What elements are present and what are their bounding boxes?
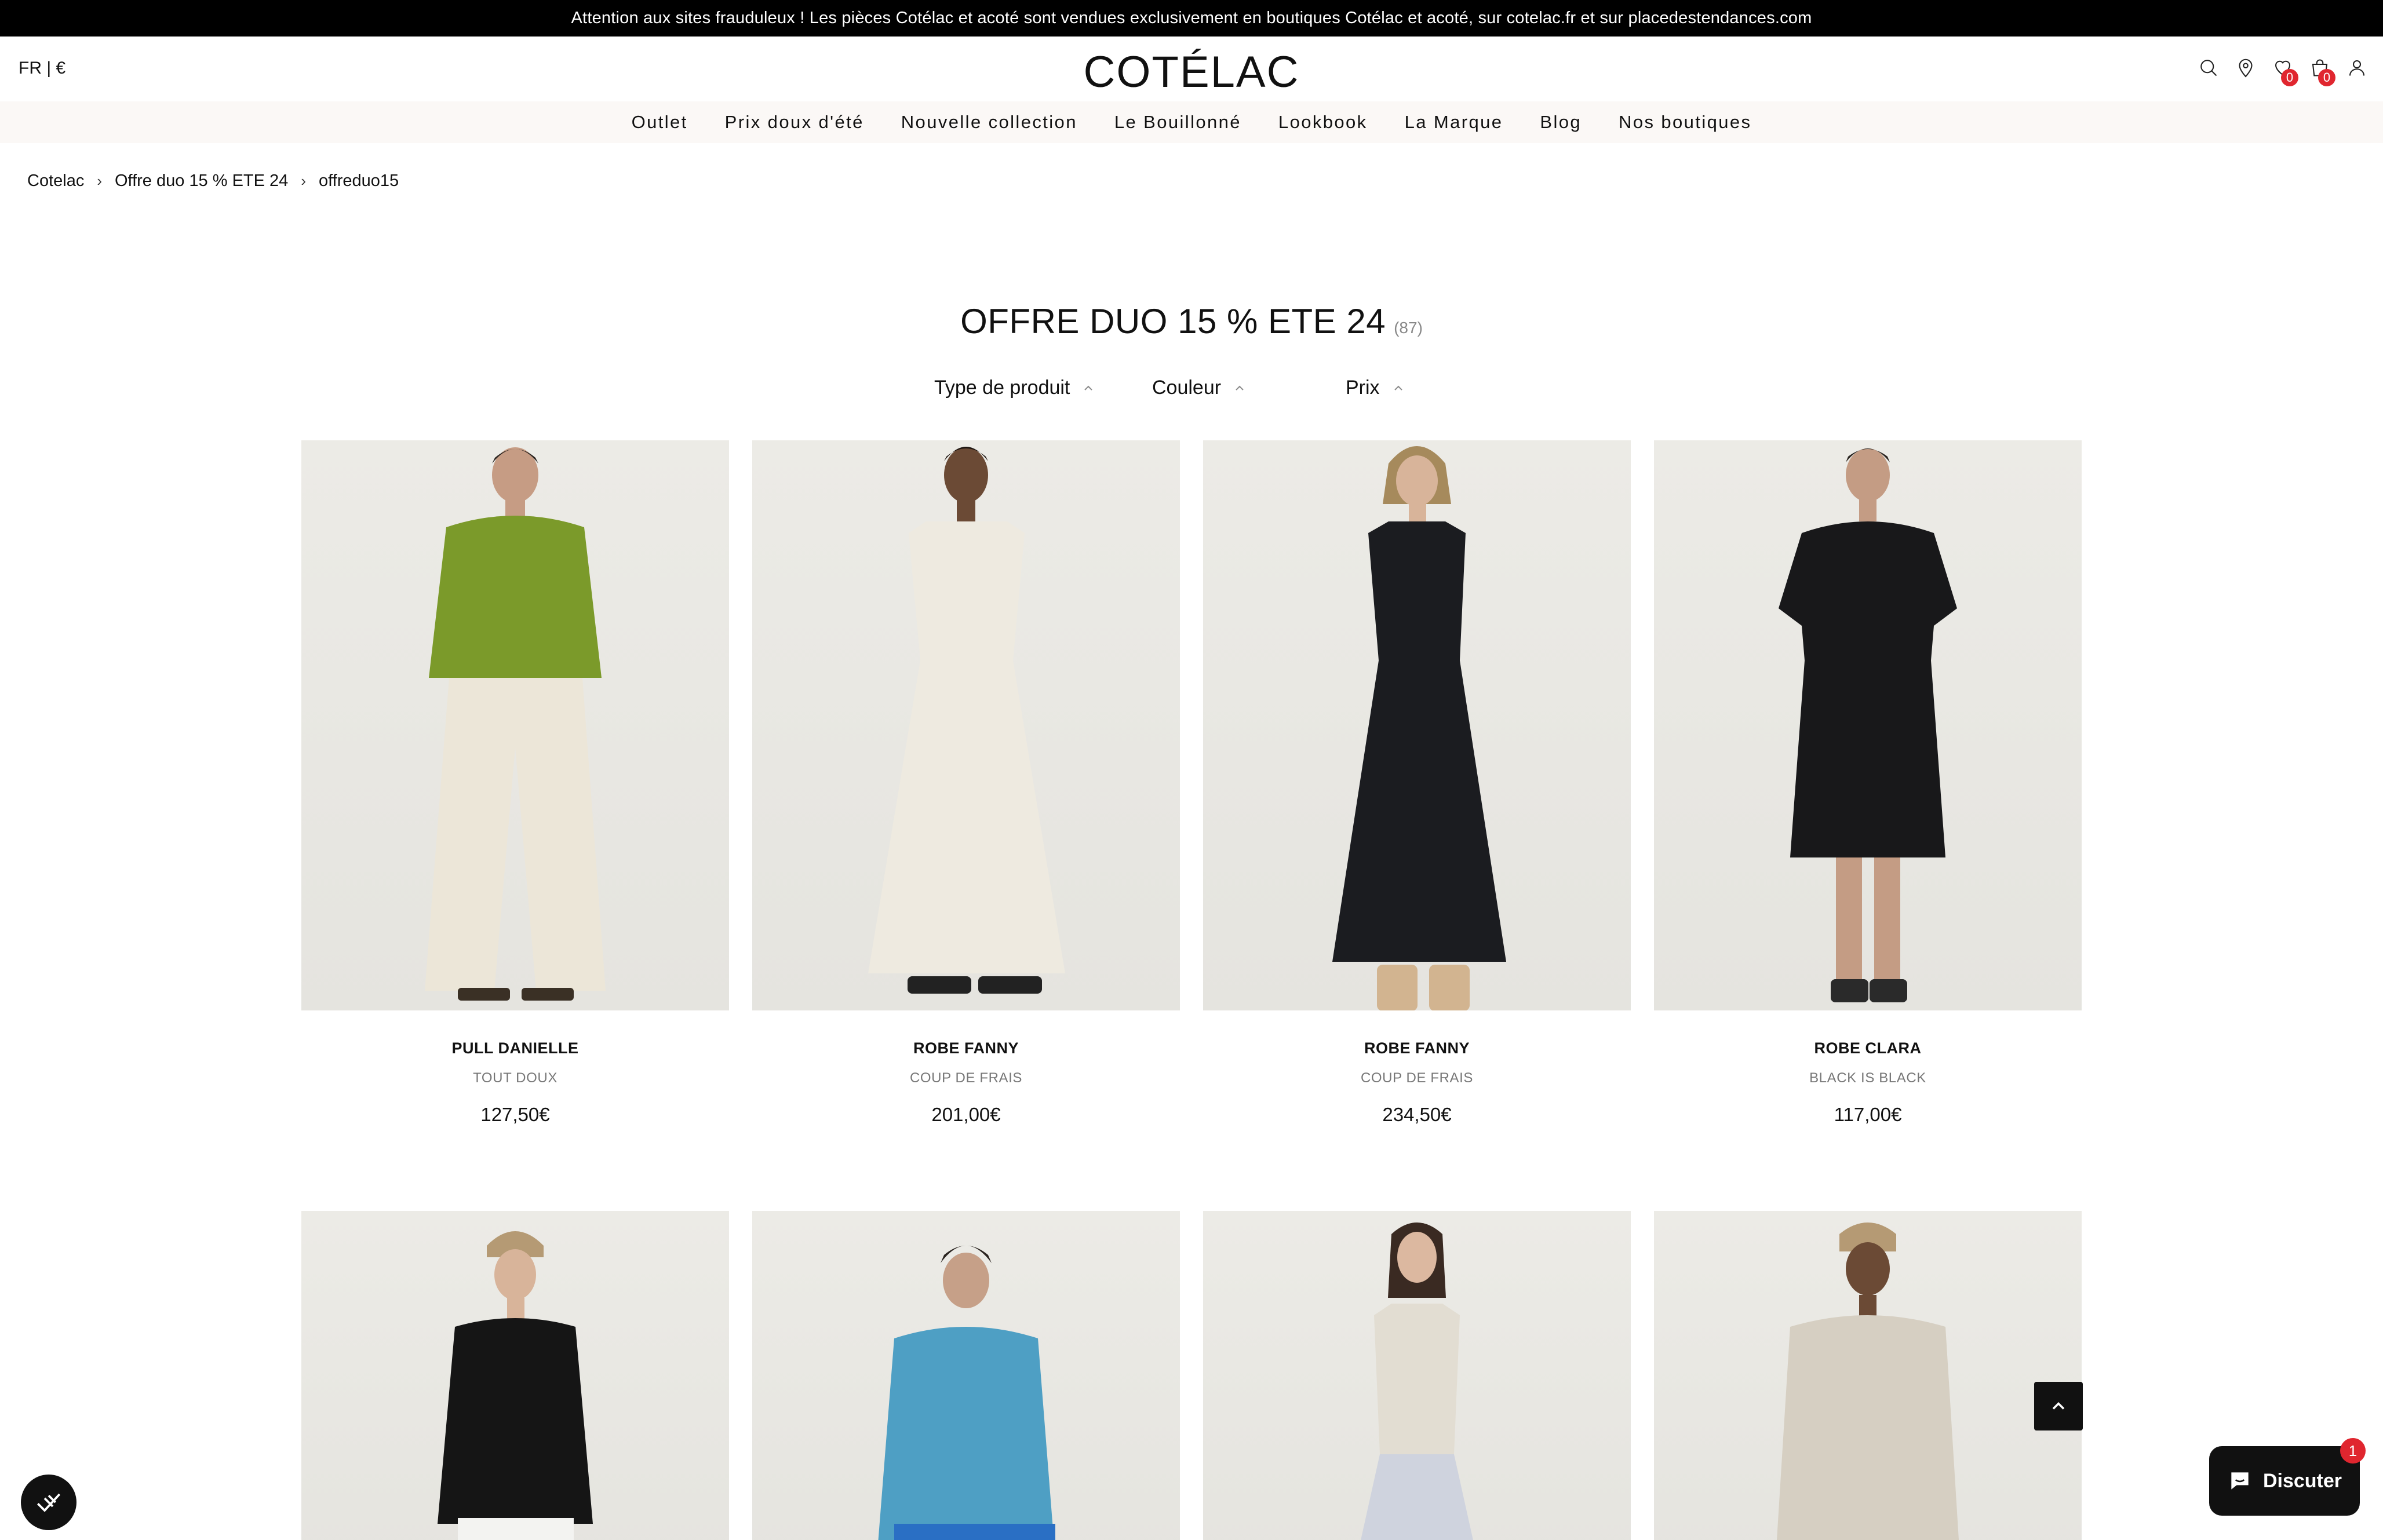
product-card[interactable]: ROBE CLARA BLACK IS BLACK 117,00€ <box>1654 440 2082 1126</box>
cart-count-badge: 0 <box>2318 69 2335 86</box>
filter-label: Type de produit <box>934 377 1070 399</box>
nav-item-lookbook[interactable]: Lookbook <box>1260 112 1386 133</box>
product-card[interactable]: ROBE FANNY COUP DE FRAIS 201,00€ <box>752 440 1180 1126</box>
product-card[interactable] <box>752 1211 1180 1540</box>
product-image[interactable] <box>301 1211 729 1540</box>
product-card[interactable] <box>301 1211 729 1540</box>
product-image[interactable] <box>1203 440 1631 1010</box>
collection-heading: OFFRE DUO 15 % ETE 24 (87) <box>0 301 2383 341</box>
product-image[interactable] <box>752 440 1180 1010</box>
product-price: 234,50€ <box>1382 1104 1452 1125</box>
chat-button[interactable]: Discuter 1 <box>2209 1438 2366 1516</box>
account-user-icon[interactable] <box>2345 55 2369 81</box>
filter-price[interactable]: Prix <box>1346 377 1404 399</box>
header-actions: 0 0 <box>2196 55 2369 86</box>
nav-item-bouillonne[interactable]: Le Bouillonné <box>1096 112 1260 133</box>
announcement-bar: Attention aux sites frauduleux ! Les piè… <box>0 0 2383 37</box>
product-image[interactable] <box>1654 440 2082 1010</box>
nav-item-la-marque[interactable]: La Marque <box>1386 112 1522 133</box>
back-to-top-button[interactable] <box>2034 1382 2083 1430</box>
product-name[interactable]: ROBE FANNY <box>752 1039 1180 1057</box>
model-photo <box>438 1231 593 1540</box>
product-price: 127,50€ <box>480 1104 550 1125</box>
model-photo <box>1361 1222 1473 1540</box>
product-card[interactable] <box>1203 1211 1631 1540</box>
product-line: BLACK IS BLACK <box>1809 1070 1926 1086</box>
model-photo <box>868 447 1065 994</box>
product-price: 117,00€ <box>1834 1104 1902 1125</box>
chat-notification-badge: 1 <box>2340 1438 2366 1464</box>
wishlist-count-badge: 0 <box>2281 69 2298 86</box>
nav-item-blog[interactable]: Blog <box>1521 112 1600 133</box>
model-photo <box>425 447 606 1001</box>
breadcrumb-collection[interactable]: Offre duo 15 % ETE 24 <box>115 171 288 191</box>
product-price: 201,00€ <box>931 1104 1001 1125</box>
product-card[interactable]: PULL DANIELLE TOUT DOUX 127,50€ <box>301 440 729 1126</box>
filter-product-type[interactable]: Type de produit <box>934 377 1094 399</box>
nav-item-outlet[interactable]: Outlet <box>613 112 706 133</box>
breadcrumb: Cotelac › Offre duo 15 % ETE 24 › offred… <box>27 171 399 191</box>
product-line: COUP DE FRAIS <box>1360 1070 1474 1086</box>
chevron-up-icon <box>2052 1402 2065 1410</box>
product-image[interactable] <box>301 440 729 1010</box>
nav-item-nouvelle-collection[interactable]: Nouvelle collection <box>883 112 1096 133</box>
product-name[interactable]: ROBE FANNY <box>1203 1039 1631 1057</box>
site-logo[interactable]: COTÉLAC <box>0 47 2383 97</box>
product-image[interactable] <box>1203 1211 1631 1540</box>
product-count: (87) <box>1394 319 1423 337</box>
search-icon[interactable] <box>2196 55 2221 81</box>
announcement-text: Attention aux sites frauduleux ! Les piè… <box>571 9 1812 27</box>
breadcrumb-home[interactable]: Cotelac <box>27 171 84 191</box>
product-name[interactable]: PULL DANIELLE <box>301 1039 729 1057</box>
chevron-right-icon: › <box>97 172 102 189</box>
wishlist-heart-icon[interactable]: 0 <box>2271 55 2298 86</box>
accessibility-button[interactable] <box>21 1475 76 1530</box>
model-photo <box>1779 448 1957 1002</box>
nav-item-nos-boutiques[interactable]: Nos boutiques <box>1600 112 1770 133</box>
filter-label: Couleur <box>1152 377 1222 399</box>
main-navigation: Outlet Prix doux d'été Nouvelle collecti… <box>0 101 2383 143</box>
product-image[interactable] <box>1654 1211 2082 1540</box>
chevron-up-icon <box>1394 385 1402 391</box>
chevron-up-icon <box>1084 385 1093 391</box>
accessibility-check-icon <box>37 1493 61 1512</box>
nav-item-prix-doux[interactable]: Prix doux d'été <box>706 112 883 133</box>
chevron-right-icon: › <box>301 172 306 189</box>
product-line: COUP DE FRAIS <box>909 1070 1023 1086</box>
model-photo <box>878 1246 1055 1540</box>
product-line: TOUT DOUX <box>473 1070 558 1086</box>
breadcrumb-current: offreduo15 <box>318 171 399 190</box>
product-card[interactable] <box>1654 1211 2082 1540</box>
site-header: FR | € COTÉLAC 0 0 <box>0 37 2383 101</box>
model-photo <box>1332 446 1506 1010</box>
cart-bag-icon[interactable]: 0 <box>2308 55 2335 86</box>
page-title: OFFRE DUO 15 % ETE 24 <box>960 302 1386 341</box>
chat-bubble-icon <box>2231 1472 2249 1490</box>
location-pin-icon[interactable] <box>2233 55 2258 81</box>
model-photo <box>1777 1222 1959 1540</box>
product-name[interactable]: ROBE CLARA <box>1654 1039 2082 1057</box>
filter-color[interactable]: Couleur <box>1152 377 1245 399</box>
product-top-shape <box>429 516 602 678</box>
chat-label: Discuter <box>2262 1469 2342 1492</box>
product-image[interactable] <box>752 1211 1180 1540</box>
chevron-up-icon <box>1236 385 1244 391</box>
product-bottom-shape <box>425 678 606 991</box>
filter-label: Prix <box>1346 377 1380 399</box>
product-card[interactable]: ROBE FANNY COUP DE FRAIS 234,50€ <box>1203 440 1631 1126</box>
